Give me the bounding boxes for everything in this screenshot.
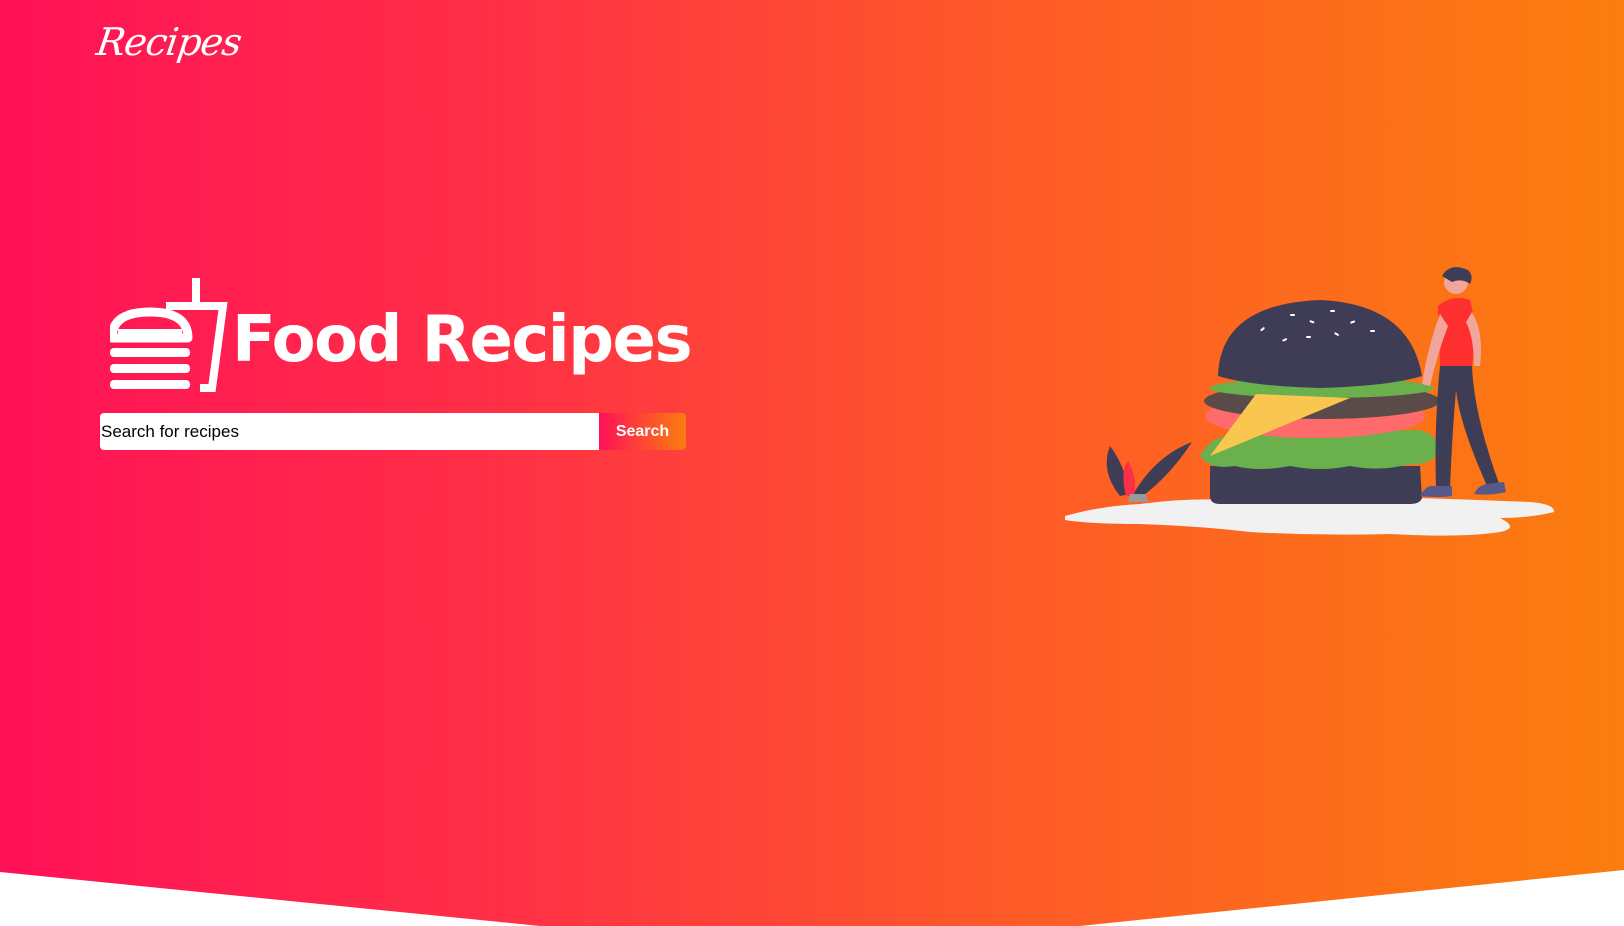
burger-drink-icon [110, 278, 228, 392]
person-figure [1420, 267, 1506, 497]
hero-brand: Food Recipes [110, 278, 693, 396]
bottom-bun [1210, 466, 1422, 504]
plant-leaf [1132, 442, 1192, 498]
search-form: Search [100, 413, 686, 450]
plant-pot [1128, 494, 1148, 502]
nav-logo[interactable]: Recipes [94, 20, 244, 64]
burger-with-person-illustration [1065, 267, 1555, 536]
top-bun [1218, 300, 1422, 388]
search-input[interactable] [100, 413, 599, 450]
search-button[interactable]: Search [599, 413, 686, 450]
plant-leaf [1123, 461, 1136, 496]
hero-title: Food Recipes [232, 303, 693, 377]
